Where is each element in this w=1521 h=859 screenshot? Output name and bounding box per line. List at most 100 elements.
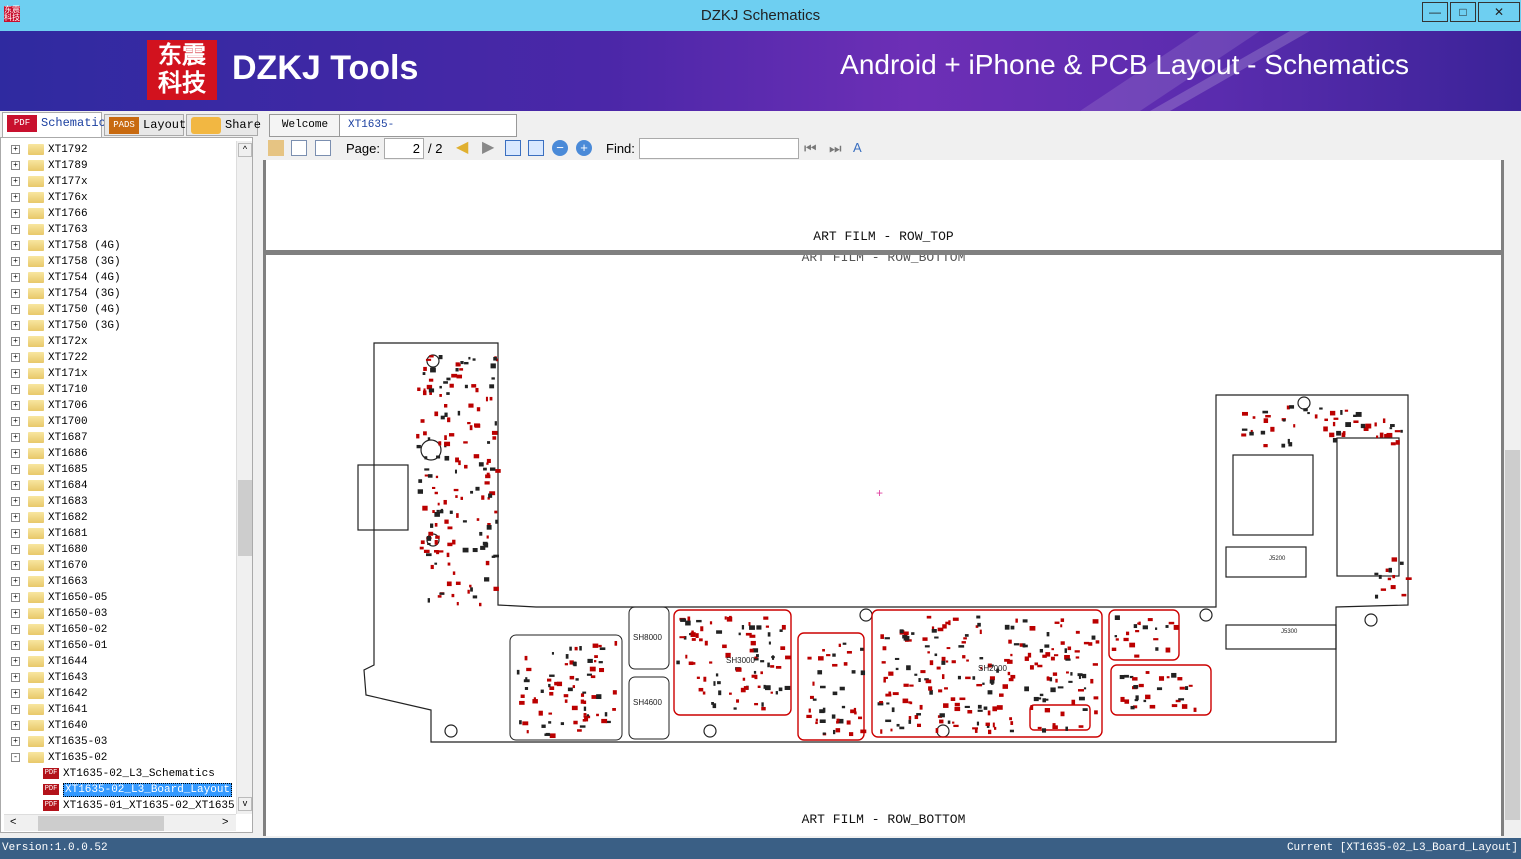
tree-vertical-scrollbar[interactable]: ^ v: [236, 141, 252, 814]
rotate-right-icon[interactable]: [315, 140, 331, 156]
tree-folder[interactable]: + XT1650-05: [11, 590, 107, 606]
tab-board-layout[interactable]: XT1635-02_L3_Board_Layout×: [339, 114, 517, 151]
expand-icon[interactable]: +: [11, 688, 20, 698]
tree-folder[interactable]: - XT1635-02: [11, 750, 107, 766]
expand-icon[interactable]: +: [11, 208, 20, 218]
tree-folder[interactable]: + XT1682: [11, 510, 88, 526]
tree-folder[interactable]: + XT1750 (4G): [11, 302, 121, 318]
tree-folder[interactable]: + XT1685: [11, 462, 88, 478]
tree-folder[interactable]: + XT1763: [11, 222, 88, 238]
tree-folder[interactable]: + XT1650-02: [11, 622, 107, 638]
copy-icon[interactable]: [268, 140, 284, 156]
tree-folder[interactable]: + XT1789: [11, 158, 88, 174]
expand-icon[interactable]: +: [11, 464, 20, 474]
fit-page-icon[interactable]: [528, 140, 544, 156]
tree-folder[interactable]: + XT1754 (4G): [11, 270, 121, 286]
tree-file[interactable]: PDF XT1635-02_L3_Schematics: [43, 766, 215, 782]
expand-icon[interactable]: +: [11, 496, 20, 506]
expand-icon[interactable]: +: [11, 400, 20, 410]
tree-folder[interactable]: + XT1700: [11, 414, 88, 430]
tree-folder[interactable]: + XT1792: [11, 142, 88, 158]
expand-icon[interactable]: +: [11, 368, 20, 378]
expand-icon[interactable]: +: [11, 224, 20, 234]
zoom-out-icon[interactable]: −: [552, 140, 568, 156]
tree-folder[interactable]: + XT1684: [11, 478, 88, 494]
fit-width-icon[interactable]: [505, 140, 521, 156]
scroll-up-button[interactable]: ^: [238, 143, 252, 157]
tree-folder[interactable]: + XT1686: [11, 446, 88, 462]
tree-folder[interactable]: + XT1643: [11, 670, 88, 686]
tree-folder[interactable]: + XT172x: [11, 334, 88, 350]
tab-share[interactable]: Share: [186, 114, 261, 136]
find-previous-icon[interactable]: ⏮: [804, 140, 820, 156]
scroll-thumb[interactable]: [1505, 450, 1520, 820]
expand-icon[interactable]: +: [11, 384, 20, 394]
expand-icon[interactable]: +: [11, 256, 20, 266]
tree-folder[interactable]: + XT1680: [11, 542, 88, 558]
tree-folder[interactable]: + XT1687: [11, 430, 88, 446]
tab-layout[interactable]: PADS Layout: [104, 114, 186, 136]
expand-icon[interactable]: +: [11, 624, 20, 634]
previous-page-icon[interactable]: ◀: [456, 140, 472, 156]
scroll-down-button[interactable]: v: [238, 797, 252, 811]
expand-icon[interactable]: +: [11, 560, 20, 570]
expand-icon[interactable]: +: [11, 656, 20, 666]
expand-icon[interactable]: +: [11, 704, 20, 714]
tree-folder[interactable]: + XT1650-01: [11, 638, 107, 654]
expand-icon[interactable]: +: [11, 512, 20, 522]
expand-icon[interactable]: +: [11, 528, 20, 538]
tree-folder[interactable]: + XT1683: [11, 494, 88, 510]
expand-icon[interactable]: +: [11, 416, 20, 426]
tree-folder[interactable]: + XT1722: [11, 350, 88, 366]
expand-icon[interactable]: +: [11, 336, 20, 346]
tree-folder[interactable]: + XT1706: [11, 398, 88, 414]
collapse-icon[interactable]: -: [11, 752, 20, 762]
expand-icon[interactable]: +: [11, 288, 20, 298]
expand-icon[interactable]: +: [11, 544, 20, 554]
highlight-icon[interactable]: A: [853, 140, 869, 156]
expand-icon[interactable]: +: [11, 160, 20, 170]
find-next-icon[interactable]: ⏭: [829, 140, 845, 156]
tree-folder[interactable]: + XT1670: [11, 558, 88, 574]
tree-folder[interactable]: + XT1766: [11, 206, 88, 222]
tree-file[interactable]: PDF XT1635-01_XT1635-02_XT1635-03: [43, 798, 252, 814]
scroll-thumb[interactable]: [38, 816, 164, 831]
expand-icon[interactable]: +: [11, 320, 20, 330]
zoom-in-icon[interactable]: +: [576, 140, 592, 156]
expand-icon[interactable]: +: [11, 608, 20, 618]
expand-icon[interactable]: +: [11, 240, 20, 250]
scroll-thumb[interactable]: [238, 480, 252, 556]
expand-icon[interactable]: +: [11, 192, 20, 202]
tree-folder[interactable]: + XT1641: [11, 702, 88, 718]
expand-icon[interactable]: +: [11, 144, 20, 154]
tree-folder[interactable]: + XT1750 (3G): [11, 318, 121, 334]
tree-folder[interactable]: + XT1758 (4G): [11, 238, 121, 254]
rotate-left-icon[interactable]: [291, 140, 307, 156]
tree-folder[interactable]: + XT1640: [11, 718, 88, 734]
expand-icon[interactable]: +: [11, 176, 20, 186]
expand-icon[interactable]: +: [11, 736, 20, 746]
expand-icon[interactable]: +: [11, 576, 20, 586]
tree-folder[interactable]: + XT1650-03: [11, 606, 107, 622]
tree-folder[interactable]: + XT1642: [11, 686, 88, 702]
tree-folder[interactable]: + XT1644: [11, 654, 88, 670]
expand-icon[interactable]: +: [11, 352, 20, 362]
expand-icon[interactable]: +: [11, 304, 20, 314]
page-input[interactable]: [384, 138, 424, 159]
maximize-button[interactable]: □: [1450, 2, 1476, 22]
tree-file[interactable]: PDF XT1635-02_L3_Board_Layout: [43, 782, 233, 798]
tree-folder[interactable]: + XT171x: [11, 366, 88, 382]
tree-folder[interactable]: + XT1681: [11, 526, 88, 542]
viewer-vertical-scrollbar[interactable]: [1504, 160, 1521, 836]
expand-icon[interactable]: +: [11, 272, 20, 282]
tree-folder[interactable]: + XT1758 (3G): [11, 254, 121, 270]
tree-folder[interactable]: + XT1754 (3G): [11, 286, 121, 302]
tree-folder[interactable]: + XT176x: [11, 190, 88, 206]
expand-icon[interactable]: +: [11, 640, 20, 650]
expand-icon[interactable]: +: [11, 448, 20, 458]
tab-welcome[interactable]: Welcome: [269, 114, 341, 137]
tree-folder[interactable]: + XT1663: [11, 574, 88, 590]
expand-icon[interactable]: +: [11, 432, 20, 442]
expand-icon[interactable]: +: [11, 592, 20, 602]
tree-folder[interactable]: + XT1710: [11, 382, 88, 398]
